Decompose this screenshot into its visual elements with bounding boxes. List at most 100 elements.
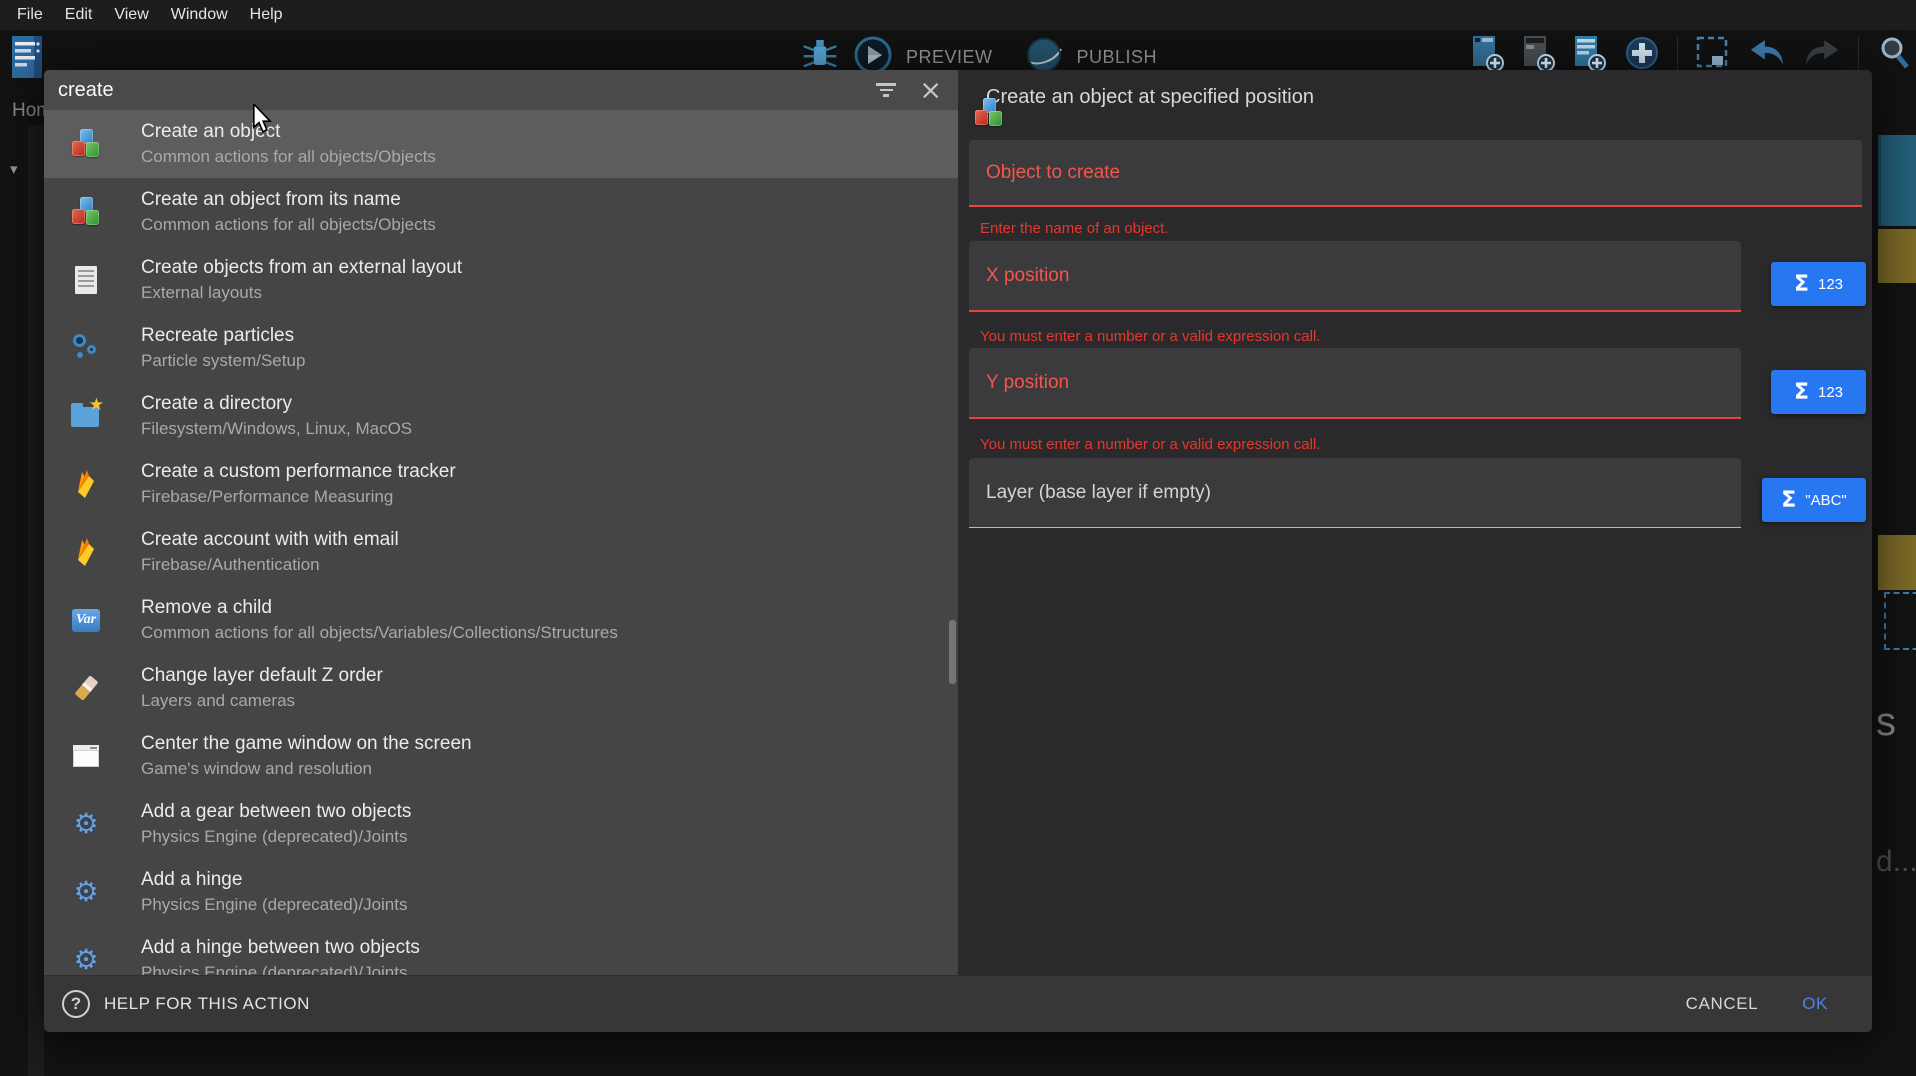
action-subtitle: Layers and cameras xyxy=(141,689,383,713)
field-error: You must enter a number or a valid expre… xyxy=(980,436,1320,453)
action-subtitle: Firebase/Performance Measuring xyxy=(141,485,456,509)
background-cut-text: d... xyxy=(1876,845,1916,879)
background-panel-edge xyxy=(28,126,44,1076)
search-bar: create × xyxy=(44,70,958,110)
action-title: Create an object from its name xyxy=(141,187,436,213)
sigma-icon: Σ xyxy=(1781,488,1796,513)
window-frame-icon xyxy=(70,740,102,772)
sigma-icon: Σ xyxy=(1794,272,1809,297)
field-label: Layer (base layer if empty) xyxy=(986,482,1211,504)
app-window: File Edit View Window Help PREVIEW PUBLI… xyxy=(0,0,1916,1076)
action-list-item[interactable]: Change layer default Z orderLayers and c… xyxy=(44,654,958,722)
eraser-diagonal-icon xyxy=(70,672,102,704)
action-subtitle: Common actions for all objects/Variables… xyxy=(141,621,618,645)
menu-edit[interactable]: Edit xyxy=(54,0,104,30)
action-list-item[interactable]: Create a custom performance trackerFireb… xyxy=(44,450,958,518)
search-icon[interactable] xyxy=(1876,34,1912,77)
y-position-field[interactable]: Y position xyxy=(969,348,1741,419)
ok-button[interactable]: OK xyxy=(1802,994,1828,1014)
scene-object-fragment-gold xyxy=(1878,229,1916,283)
action-list-item[interactable]: Create objects from an external layoutEx… xyxy=(44,246,958,314)
action-list-item[interactable]: Var Remove a childCommon actions for all… xyxy=(44,586,958,654)
action-list-item[interactable]: ⚙ Add a gear between two objectsPhysics … xyxy=(44,790,958,858)
variable-badge-icon: Var xyxy=(70,604,102,636)
layer-expression-builder-button[interactable]: Σ "ABC" xyxy=(1762,478,1866,522)
particles-icon xyxy=(70,332,102,364)
physics-gear-icon: ⚙ xyxy=(70,808,102,840)
action-title: Create an object xyxy=(141,119,436,145)
preview-button[interactable]: PREVIEW xyxy=(906,47,993,68)
action-subtitle: External layouts xyxy=(141,281,462,305)
action-list-item[interactable]: ⚙ Add a hinge between two objectsPhysics… xyxy=(44,926,958,975)
scene-object-fragment-teal xyxy=(1878,135,1916,226)
x-position-field[interactable]: X position xyxy=(969,241,1741,312)
physics-gear-icon: ⚙ xyxy=(70,876,102,908)
action-list-item[interactable]: Create an objectCommon actions for all o… xyxy=(44,110,958,178)
objects-cubes-icon xyxy=(70,128,102,160)
search-input[interactable]: create xyxy=(44,79,875,102)
menu-help[interactable]: Help xyxy=(239,0,294,30)
action-title: Create a directory xyxy=(141,391,412,417)
action-title: Recreate particles xyxy=(141,323,305,349)
background-cut-text: s xyxy=(1876,700,1896,745)
cancel-button[interactable]: CANCEL xyxy=(1686,994,1759,1014)
action-subtitle: Physics Engine (deprecated)/Joints xyxy=(141,961,420,975)
action-title: Add a hinge between two objects xyxy=(141,935,420,961)
action-subtitle: Physics Engine (deprecated)/Joints xyxy=(141,893,407,917)
publish-button[interactable]: PUBLISH xyxy=(1077,47,1158,68)
action-subtitle: Game's window and resolution xyxy=(141,757,472,781)
action-list-item[interactable]: Recreate particlesParticle system/Setup xyxy=(44,314,958,382)
project-manager-icon[interactable] xyxy=(8,34,48,87)
action-title: Create a custom performance tracker xyxy=(141,459,456,485)
menu-window[interactable]: Window xyxy=(160,0,239,30)
action-title: Add a hinge xyxy=(141,867,407,893)
action-list-item[interactable]: ★ Create a directoryFilesystem/Windows, … xyxy=(44,382,958,450)
objects-cubes-icon xyxy=(70,196,102,228)
action-list-item[interactable]: Create an object from its nameCommon act… xyxy=(44,178,958,246)
object-to-create-field[interactable]: Object to create xyxy=(969,140,1862,207)
sigma-icon: Σ xyxy=(1794,380,1809,405)
menu-bar: File Edit View Window Help xyxy=(0,0,1916,30)
help-for-action-button[interactable]: ? HELP FOR THIS ACTION xyxy=(62,990,310,1018)
field-label: Object to create xyxy=(986,162,1120,184)
menu-file[interactable]: File xyxy=(6,0,54,30)
field-error: Enter the name of an object. xyxy=(980,220,1168,237)
scene-selection-fragment xyxy=(1884,592,1916,650)
firebase-flame-icon xyxy=(70,468,102,500)
y-expression-builder-button[interactable]: Σ 123 xyxy=(1771,370,1866,414)
scene-object-fragment-gold xyxy=(1878,535,1916,590)
field-label: X position xyxy=(986,265,1069,287)
action-title: Create account with with email xyxy=(141,527,399,553)
chevron-down-icon[interactable]: ▾ xyxy=(10,160,18,178)
action-subtitle: Particle system/Setup xyxy=(141,349,305,373)
action-results-list: Create an objectCommon actions for all o… xyxy=(44,110,958,975)
field-label: Y position xyxy=(986,372,1069,394)
action-title: Add a gear between two objects xyxy=(141,799,411,825)
action-subtitle: Common actions for all objects/Objects xyxy=(141,145,436,169)
action-title: Change layer default Z order xyxy=(141,663,383,689)
action-search-panel: create × Create an objectCommon actions … xyxy=(44,70,958,975)
redo-icon[interactable] xyxy=(1803,39,1841,72)
list-scrollbar-thumb[interactable] xyxy=(949,620,956,684)
choose-action-dialog: create × Create an objectCommon actions … xyxy=(44,70,1872,1032)
action-title: Remove a child xyxy=(141,595,618,621)
detail-title: Create an object at specified position xyxy=(986,86,1314,109)
action-title: Center the game window on the screen xyxy=(141,731,472,757)
action-list-item[interactable]: Create account with with emailFirebase/A… xyxy=(44,518,958,586)
firebase-flame-icon xyxy=(70,536,102,568)
action-subtitle: Firebase/Authentication xyxy=(141,553,399,577)
close-icon[interactable]: × xyxy=(919,77,942,104)
x-expression-builder-button[interactable]: Σ 123 xyxy=(1771,262,1866,306)
action-list-item[interactable]: Center the game window on the screenGame… xyxy=(44,722,958,790)
action-subtitle: Physics Engine (deprecated)/Joints xyxy=(141,825,411,849)
action-list-item[interactable]: ⚙ Add a hingePhysics Engine (deprecated)… xyxy=(44,858,958,926)
toolbar-separator xyxy=(1858,37,1859,73)
layer-field[interactable]: Layer (base layer if empty) xyxy=(969,458,1741,528)
external-layout-document-icon xyxy=(70,264,102,296)
undo-icon[interactable] xyxy=(1748,39,1786,72)
menu-view[interactable]: View xyxy=(103,0,159,30)
toolbar-separator xyxy=(1677,37,1678,73)
action-subtitle: Filesystem/Windows, Linux, MacOS xyxy=(141,417,412,441)
filter-icon[interactable] xyxy=(875,83,897,97)
physics-gear-icon: ⚙ xyxy=(70,944,102,975)
